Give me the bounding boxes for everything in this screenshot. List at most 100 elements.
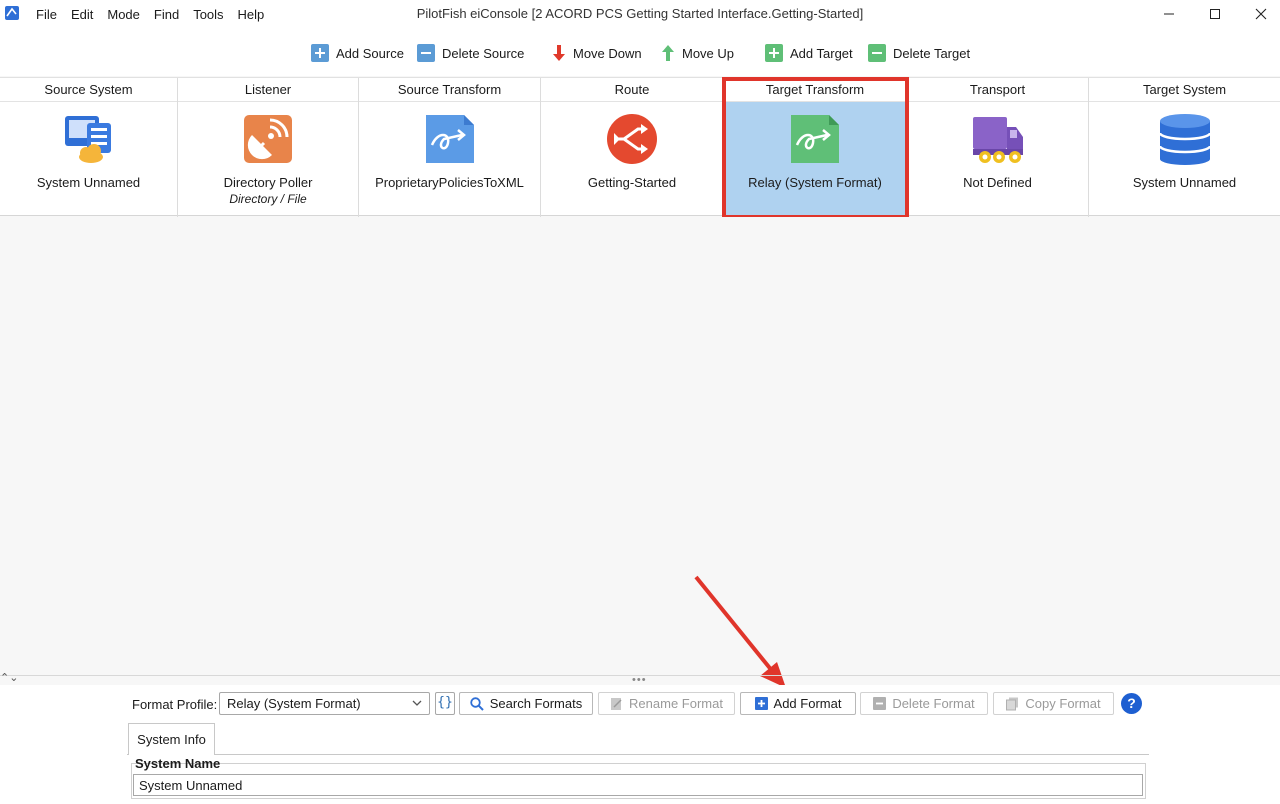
help-icon[interactable]: ? [1121,693,1142,714]
format-panel: Format Profile: Relay (System Format) {}… [0,685,1280,804]
menu-file[interactable]: File [36,7,57,22]
menu-bar: File Edit Mode Find Tools Help [36,0,278,28]
add-format-button[interactable]: Add Format [740,692,856,715]
panel-splitter[interactable]: ⌃⌄ ••• [0,672,1280,686]
add-target-button[interactable]: Add Target [765,43,853,63]
stage-label: Getting-Started [587,175,677,190]
route-shuffle-icon [607,114,657,164]
move-up-label: Move Up [682,45,735,61]
format-profile-label: Format Profile: [132,697,218,712]
title-bar: File Edit Mode Find Tools Help PilotFish… [0,0,1280,28]
close-icon [1255,8,1267,20]
remove-icon [417,44,435,62]
delete-target-button[interactable]: Delete Target [868,43,970,63]
stage-body[interactable]: Directory Poller Directory / File [178,102,358,216]
remove-icon [868,44,886,62]
stage-label: ProprietaryPoliciesToXML [375,175,524,190]
stage-label: System Unnamed [36,175,141,190]
menu-mode[interactable]: Mode [107,7,140,22]
rename-format-button[interactable]: Rename Format [598,692,735,715]
search-formats-label: Search Formats [489,696,583,711]
stage-label: Not Defined [963,175,1032,190]
search-icon [470,696,484,711]
maximize-button[interactable] [1192,0,1238,28]
remove-icon [873,697,887,710]
maximize-icon [1210,9,1220,19]
stage-source-transform[interactable]: Source Transform ProprietaryPoliciesToXM… [359,78,541,217]
stage-body[interactable]: ProprietaryPoliciesToXML [359,102,540,216]
stage-body[interactable]: Not Defined [907,102,1088,216]
rename-icon [611,697,622,710]
listener-antenna-icon [244,115,292,163]
stage-header: Source Transform [359,78,540,102]
menu-find[interactable]: Find [154,7,179,22]
stage-header: Route [541,78,723,102]
stage-target-transform[interactable]: Target Transform Relay (System Format) [724,78,907,217]
stage-header: Transport [907,78,1088,102]
stage-body[interactable]: Relay (System Format) [724,102,906,216]
stage-route[interactable]: Route Getting-Started [541,78,724,217]
delete-source-button[interactable]: Delete Source [417,43,524,63]
stage-target-system[interactable]: Target System System Unnamed [1089,78,1280,217]
close-button[interactable] [1238,0,1280,28]
stage-body[interactable]: Getting-Started [541,102,723,216]
transform-document-icon [425,115,474,163]
move-up-button[interactable]: Move Up [661,43,734,63]
stage-listener[interactable]: Listener Directory Poller Directory / Fi… [178,78,359,217]
menu-edit[interactable]: Edit [71,7,93,22]
format-profile-select[interactable]: Relay (System Format) [219,692,430,715]
move-down-button[interactable]: Move Down [552,43,642,63]
delete-target-label: Delete Target [893,45,971,61]
stage-sublabel: Directory / File [229,192,307,206]
add-format-label: Add Format [773,696,842,711]
route-pipeline: Source System System Unnamed Listener Di… [0,77,1280,217]
stage-source-system[interactable]: Source System System Unnamed [0,78,178,217]
main-toolbar: Add Source Delete Source Move Down Move … [0,28,1280,76]
add-icon [765,44,783,62]
tab-system-info[interactable]: System Info [128,723,215,755]
stage-transport[interactable]: Transport Not Defined [907,78,1089,217]
format-profile-value: Relay (System Format) [227,696,361,711]
add-source-label: Add Source [336,45,404,61]
braces-button[interactable]: {} [435,692,455,715]
copy-format-button[interactable]: Copy Format [993,692,1114,715]
truck-icon [972,117,1023,163]
stage-label: Relay (System Format) [748,175,882,190]
stage-body[interactable]: System Unnamed [0,102,177,216]
add-source-button[interactable]: Add Source [311,43,404,63]
source-system-icon [64,116,111,163]
add-icon [754,697,768,710]
arrow-up-icon [662,45,674,61]
system-name-label: System Name [135,756,221,771]
copy-format-label: Copy Format [1025,696,1101,711]
collapse-chevrons-icon[interactable]: ⌃⌄ [0,671,18,684]
stage-header: Target System [1089,78,1280,102]
stage-header: Source System [0,78,177,102]
delete-format-button[interactable]: Delete Format [860,692,988,715]
add-icon [311,44,329,62]
stage-body[interactable]: System Unnamed [1089,102,1280,216]
stage-label: System Unnamed [1132,175,1237,190]
minimize-icon [1164,13,1174,15]
workspace-canvas [0,217,1280,675]
stage-header: Listener [178,78,358,102]
tab-strip: System Info [127,722,1149,755]
stage-label: Directory Poller [223,175,313,190]
move-down-label: Move Down [573,45,642,61]
delete-source-label: Delete Source [442,45,525,61]
minimize-button[interactable] [1146,0,1192,28]
arrow-down-icon [553,45,565,61]
menu-tools[interactable]: Tools [193,7,223,22]
search-formats-button[interactable]: Search Formats [459,692,593,715]
delete-format-label: Delete Format [892,696,975,711]
add-target-label: Add Target [790,45,853,61]
transform-document-icon [791,115,839,163]
database-icon [1158,114,1211,165]
menu-help[interactable]: Help [238,7,265,22]
app-icon [5,6,19,20]
system-name-field[interactable]: System Unnamed [133,774,1143,796]
copy-icon [1006,697,1019,710]
chevron-down-icon [412,700,422,706]
stage-header: Target Transform [724,78,906,102]
rename-format-label: Rename Format [629,696,723,711]
